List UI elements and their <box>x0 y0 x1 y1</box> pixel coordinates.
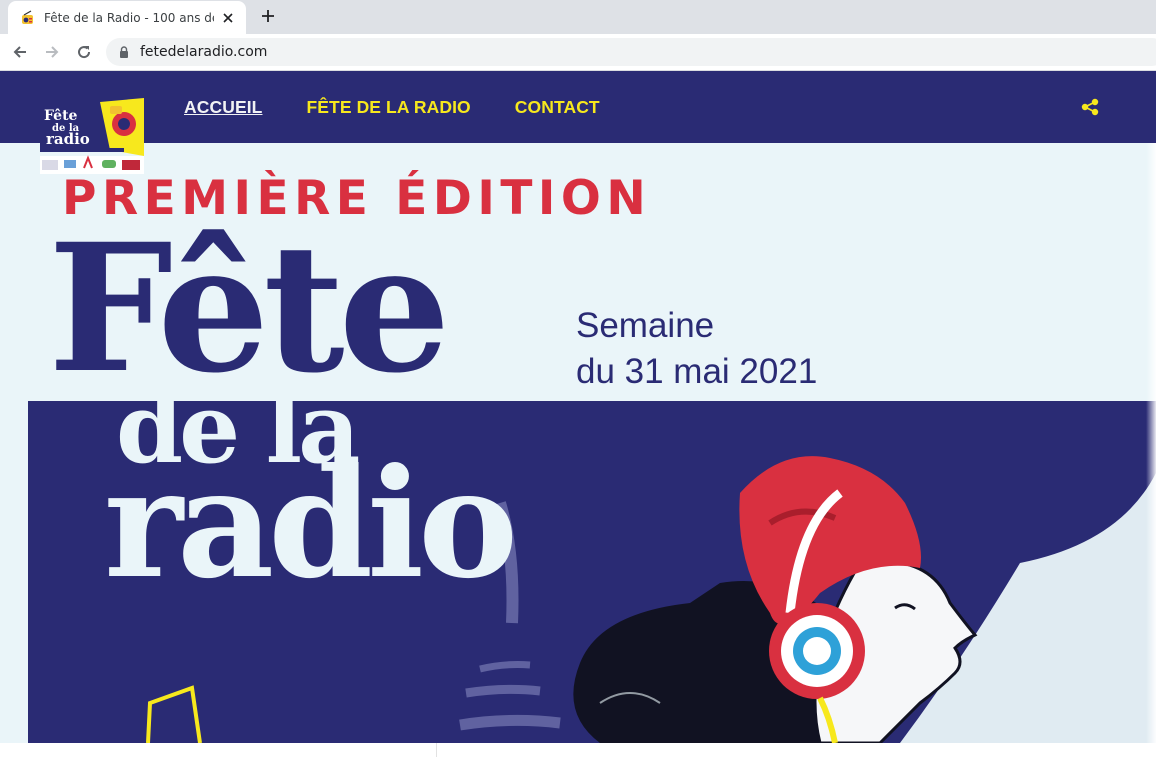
back-arrow-icon[interactable] <box>8 40 32 64</box>
browser-toolbar: fetedelaradio.com <box>0 34 1156 71</box>
reload-icon[interactable] <box>72 40 96 64</box>
nav-contact[interactable]: CONTACT <box>515 97 600 118</box>
plus-icon[interactable] <box>258 6 278 26</box>
hero-banner: PREMIÈRE ÉDITION Fête de la radio Semain… <box>0 143 1156 743</box>
browser-tab-strip: Fête de la Radio - 100 ans de radio <box>0 0 1156 34</box>
tab-title: Fête de la Radio - 100 ans de radio <box>44 10 214 25</box>
browser-tab[interactable]: Fête de la Radio - 100 ans de radio <box>8 1 246 34</box>
hero-title-fete: Fête <box>48 205 451 412</box>
radio-favicon-icon <box>22 9 33 24</box>
url-text: fetedelaradio.com <box>140 44 268 60</box>
nav-accueil-label: ACCUEIL <box>184 96 263 117</box>
lock-icon <box>120 46 128 58</box>
site-header: ACCUEIL FÊTE DE LA RADIO CONTACT <box>0 71 1156 143</box>
address-bar[interactable]: fetedelaradio.com <box>106 38 1156 66</box>
hero-title-radio: radio <box>104 436 518 612</box>
main-nav: ACCUEIL FÊTE DE LA RADIO CONTACT <box>184 71 600 143</box>
page-edge-shadow <box>1146 143 1156 743</box>
hero-date: Semaine du 31 mai 2021 <box>576 303 817 395</box>
hero-date-line2: du 31 mai 2021 <box>576 352 818 391</box>
page-bottom-divider <box>436 743 437 757</box>
forward-arrow-icon[interactable] <box>40 40 64 64</box>
nav-accueil[interactable]: ACCUEIL <box>184 97 262 118</box>
svg-text:radio: radio <box>46 130 90 148</box>
svg-text:Fête: Fête <box>44 108 78 124</box>
close-icon[interactable] <box>220 10 236 26</box>
page-bottom-area <box>0 743 1156 757</box>
fete-de-la-radio-logo[interactable]: Fête de la radio <box>40 98 144 174</box>
hero-date-line1: Semaine <box>576 306 715 345</box>
nav-fete-de-la-radio[interactable]: FÊTE DE LA RADIO <box>306 97 470 118</box>
share-icon[interactable] <box>1080 98 1100 116</box>
